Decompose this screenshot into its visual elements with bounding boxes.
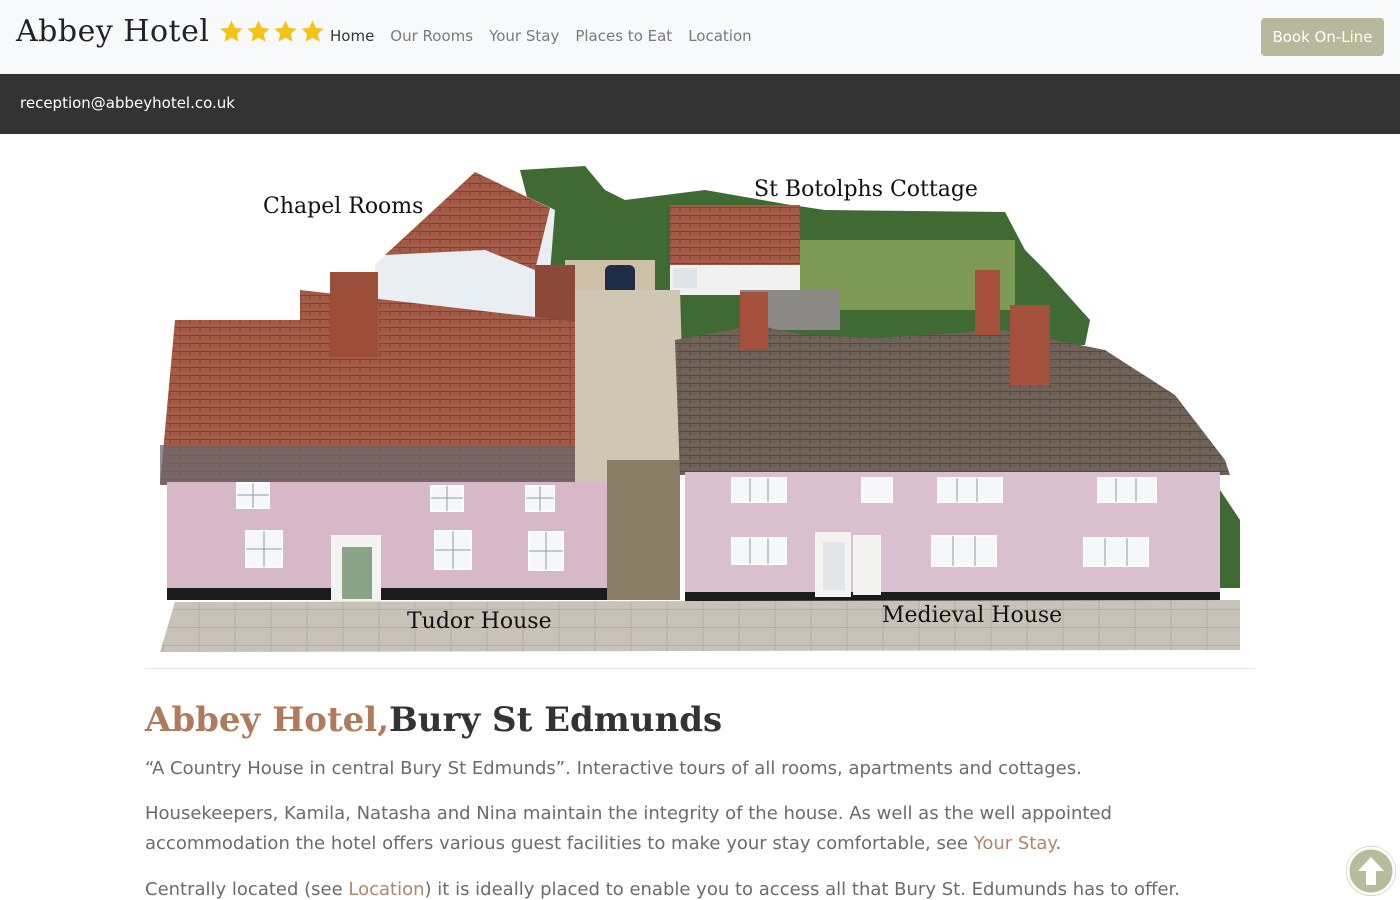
scroll-to-top-button[interactable]: [1346, 846, 1396, 896]
label-medieval-house: Medieval House: [882, 603, 1062, 628]
brand-name[interactable]: Abbey Hotel: [16, 14, 209, 49]
email-link[interactable]: reception@abbeyhotel.co.uk: [20, 94, 235, 112]
arrow-up-circle-icon: [1346, 846, 1396, 896]
location-paragraph: Centrally located (see Location) it is i…: [145, 875, 1260, 900]
nav-location[interactable]: Location: [688, 27, 751, 45]
p2-text: Housekeepers, Kamila, Natasha and Nina m…: [145, 803, 1112, 854]
nav-places-to-eat[interactable]: Places to Eat: [575, 27, 672, 45]
housekeepers-paragraph: Housekeepers, Kamila, Natasha and Nina m…: [145, 799, 1260, 859]
nav-our-rooms[interactable]: Our Rooms: [390, 27, 473, 45]
brand[interactable]: Abbey Hotel: [16, 14, 327, 49]
label-st-botolphs-cottage: St Botolphs Cottage: [754, 177, 978, 202]
p3-text: Centrally located (see: [145, 879, 349, 900]
star-icon: [301, 20, 325, 42]
navbar: Abbey Hotel Home Our Rooms Your Stay Pla…: [0, 0, 1400, 74]
nav-your-stay[interactable]: Your Stay: [489, 27, 559, 45]
star-icon: [220, 20, 244, 42]
star-rating: [219, 19, 327, 44]
section-divider: [145, 668, 1255, 669]
nav-home[interactable]: Home: [330, 27, 374, 45]
page-title-location: Bury St Edmunds: [389, 700, 723, 740]
page-title-accent: Abbey Hotel,: [145, 700, 390, 740]
hotel-aerial-image: Chapel Rooms St Botolphs Cottage Tudor H…: [160, 166, 1240, 652]
your-stay-link[interactable]: Your Stay: [974, 833, 1056, 854]
label-tudor-house: Tudor House: [407, 609, 552, 634]
book-online-button[interactable]: Book On-Line: [1261, 18, 1384, 56]
intro-paragraph: “A Country House in central Bury St Edmu…: [145, 758, 1082, 779]
p2-end: .: [1055, 833, 1062, 854]
label-chapel-rooms: Chapel Rooms: [263, 194, 423, 219]
main-nav: Home Our Rooms Your Stay Places to Eat L…: [330, 27, 768, 45]
location-link[interactable]: Location: [348, 879, 424, 900]
p3-end: ) it is ideally placed to enable you to …: [424, 879, 1181, 900]
contact-bar: reception@abbeyhotel.co.uk: [0, 74, 1400, 134]
star-icon: [247, 20, 271, 42]
star-icon: [274, 20, 298, 42]
page-title: Abbey Hotel,Bury St Edmunds: [145, 700, 722, 740]
